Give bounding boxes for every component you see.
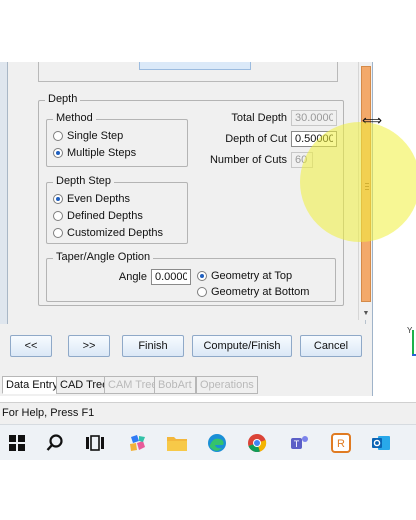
radio-geometry-at-top-label: Geometry at Top [211,270,293,282]
radio-customized-depths-dot[interactable] [53,228,63,238]
chrome-icon[interactable] [244,430,270,456]
background-top [0,0,416,62]
radio-geometry-at-bottom-dot[interactable] [197,287,207,297]
resize-cursor-icon: ⟺ [362,112,383,128]
finish-button[interactable]: Finish [122,335,184,357]
scrollbar-thumb[interactable] [361,66,371,302]
file-explorer-icon[interactable] [164,430,190,456]
depth-group: Depth Method Single Step Multiple Steps … [38,93,344,306]
tab-cam-tree[interactable]: CAM Tree [104,376,162,394]
radio-single-step-label: Single Step [67,130,124,142]
taper-angle-group-title: Taper/Angle Option [53,251,154,263]
outlook-icon[interactable] [368,430,394,456]
left-frame [0,62,8,324]
scrollbar-grip [365,189,369,190]
operation-dialog: Depth Method Single Step Multiple Steps … [8,62,372,324]
tab-bobart[interactable]: BobArt [154,376,196,394]
search-icon[interactable] [42,430,68,456]
method-group: Method Single Step Multiple Steps [46,112,188,167]
total-depth-label: Total Depth [231,112,287,124]
number-of-cuts-label: Number of Cuts [209,154,287,166]
radio-multiple-steps-label: Multiple Steps [67,147,137,159]
depth-of-cut-field[interactable] [291,131,337,147]
number-of-cuts-field[interactable] [291,152,313,168]
svg-text:R: R [337,438,345,450]
radio-single-step-dot[interactable] [53,131,63,141]
windows-taskbar: T R [0,424,416,460]
tab-data-entry[interactable]: Data Entry [2,376,62,394]
status-text: For Help, Press F1 [2,407,95,419]
previous-group-box [38,62,338,82]
radio-even-depths-dot[interactable] [53,194,63,204]
method-group-title: Method [53,112,96,124]
copilot-icon[interactable] [124,430,150,456]
partial-button[interactable] [139,62,251,70]
status-bar: For Help, Press F1 [0,402,416,424]
depth-step-group-title: Depth Step [53,175,115,187]
radio-defined-depths[interactable]: Defined Depths [53,210,143,222]
windows-start-icon[interactable] [4,430,30,456]
radio-customized-depths[interactable]: Customized Depths [53,227,163,239]
compute-finish-button[interactable]: Compute/Finish [192,335,292,357]
radio-customized-depths-label: Customized Depths [67,227,163,239]
tab-operations[interactable]: Operations [196,376,258,394]
application-window: Depth Method Single Step Multiple Steps … [0,62,416,396]
background-bottom [0,460,416,520]
edge-icon[interactable] [204,430,230,456]
taper-angle-group: Taper/Angle Option Angle Geometry at Top… [46,251,336,302]
radio-even-depths-label: Even Depths [67,193,130,205]
radio-defined-depths-label: Defined Depths [67,210,143,222]
scrollbar-grip [365,183,369,184]
radio-geometry-at-top-dot[interactable] [197,271,207,281]
radio-multiple-steps-dot[interactable] [53,148,63,158]
angle-label: Angle [118,271,147,283]
previous-button[interactable]: << [10,335,52,357]
axis-triad-y [412,330,414,354]
cancel-button[interactable]: Cancel [300,335,362,357]
teams-icon[interactable]: T [286,430,312,456]
radio-single-step[interactable]: Single Step [53,130,123,142]
total-depth-field[interactable] [291,110,337,126]
axis-triad-x [412,354,416,356]
radio-geometry-at-top[interactable]: Geometry at Top [197,270,292,282]
radio-multiple-steps[interactable]: Multiple Steps [53,147,136,159]
remote-app-icon[interactable]: R [328,430,354,456]
scroll-down-arrow-icon[interactable]: ▼ [361,310,371,318]
radio-defined-depths-dot[interactable] [53,211,63,221]
depth-group-title: Depth [45,93,81,105]
panel-tabs: Data Entry CAD Tree CAM Tree BobArt Oper… [0,376,270,394]
svg-text:T: T [294,439,300,449]
depth-step-group: Depth Step Even Depths Defined Depths Cu… [46,175,188,244]
scrollbar-grip [365,186,369,187]
radio-even-depths[interactable]: Even Depths [53,193,130,205]
radio-geometry-at-bottom[interactable]: Geometry at Bottom [197,286,309,298]
dialog-scrollbar[interactable]: ▼ [358,62,372,320]
radio-geometry-at-bottom-label: Geometry at Bottom [211,286,310,298]
task-view-icon[interactable] [82,430,108,456]
depth-of-cut-label: Depth of Cut [225,133,287,145]
next-button[interactable]: >> [68,335,110,357]
angle-field[interactable] [151,269,191,285]
